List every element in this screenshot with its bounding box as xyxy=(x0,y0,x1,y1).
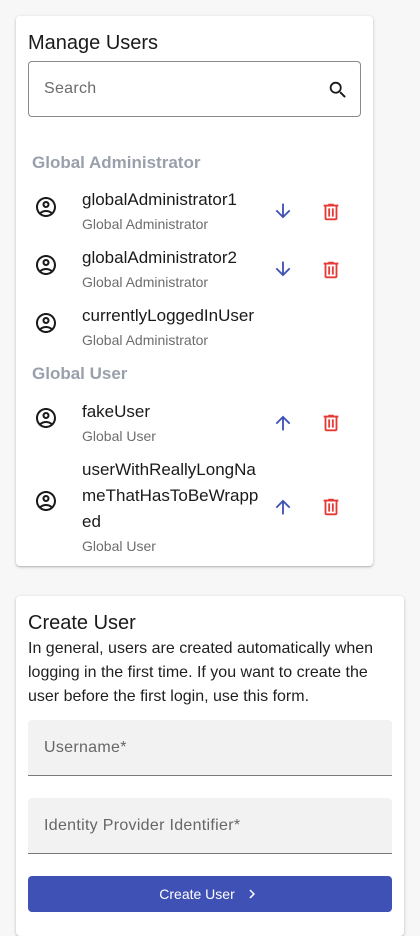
delete-button[interactable] xyxy=(317,409,345,437)
user-name: currentlyLoggedInUser xyxy=(82,306,254,325)
user-role: Global Administrator xyxy=(82,216,209,232)
trash-icon xyxy=(323,414,339,432)
search-icon[interactable] xyxy=(327,79,349,101)
search-input[interactable] xyxy=(44,62,314,116)
user-role: Global User xyxy=(82,428,156,444)
trash-icon xyxy=(323,203,339,221)
user-role: Global User xyxy=(82,538,156,554)
create-user-button-label: Create User xyxy=(159,886,235,902)
user-name: globalAdministrator2 xyxy=(82,248,237,267)
promote-button[interactable] xyxy=(269,493,297,521)
user-row: fakeUser Global User xyxy=(16,400,373,448)
user-role: Global Administrator xyxy=(82,332,209,348)
account-circle-icon xyxy=(36,197,56,217)
manage-users-title: Manage Users xyxy=(28,32,159,54)
user-name: userWithReallyLongNameThatHasToBeWrapped xyxy=(82,460,259,531)
account-circle-icon xyxy=(36,313,56,333)
account-circle-icon xyxy=(36,408,56,428)
trash-icon xyxy=(323,498,339,516)
trash-icon xyxy=(323,261,339,279)
delete-button[interactable] xyxy=(317,493,345,521)
delete-button[interactable] xyxy=(317,198,345,226)
arrow-down-icon xyxy=(275,261,291,277)
create-user-title: Create User xyxy=(28,612,136,634)
create-user-card: Create User In general, users are create… xyxy=(16,596,404,936)
group-header-global-user: Global User xyxy=(32,364,128,383)
search-field[interactable] xyxy=(28,61,361,117)
user-name: globalAdministrator1 xyxy=(82,190,237,209)
arrow-down-icon xyxy=(275,203,291,219)
delete-button[interactable] xyxy=(317,256,345,284)
username-input[interactable] xyxy=(44,720,374,776)
group-header-global-administrator: Global Administrator xyxy=(32,153,201,172)
create-user-button[interactable]: Create User xyxy=(28,876,392,912)
account-circle-icon xyxy=(36,255,56,275)
username-field[interactable] xyxy=(28,720,392,776)
promote-button[interactable] xyxy=(269,409,297,437)
user-row: globalAdministrator2 Global Administrato… xyxy=(16,246,373,294)
chevron-right-icon xyxy=(249,889,255,899)
identity-provider-field[interactable] xyxy=(28,798,392,854)
account-circle-icon xyxy=(36,491,56,511)
manage-users-card: Manage Users Global Administrator global… xyxy=(16,16,373,566)
user-name: fakeUser xyxy=(82,402,151,421)
user-row: currentlyLoggedInUser Global Administrat… xyxy=(16,304,373,352)
demote-button[interactable] xyxy=(269,255,297,283)
user-role: Global Administrator xyxy=(82,274,209,290)
demote-button[interactable] xyxy=(269,197,297,225)
identity-provider-input[interactable] xyxy=(44,798,374,854)
arrow-up-icon xyxy=(275,499,291,515)
arrow-up-icon xyxy=(275,415,291,431)
create-user-description: In general, users are created automatica… xyxy=(28,640,374,705)
user-row: userWithReallyLongNameThatHasToBeWrapped… xyxy=(16,457,373,557)
user-row: globalAdministrator1 Global Administrato… xyxy=(16,188,373,236)
